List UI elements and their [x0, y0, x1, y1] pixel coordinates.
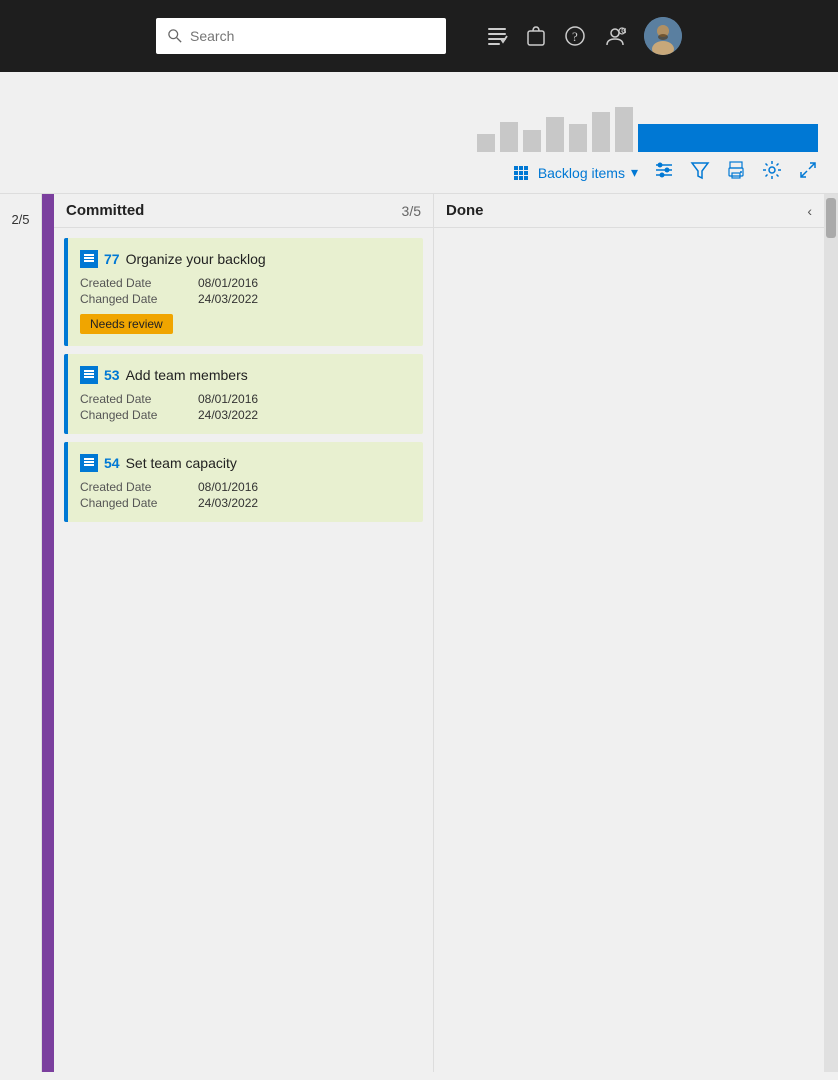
search-icon — [168, 29, 182, 43]
cards-container: 77 Organize your backlog Created Date 08… — [54, 228, 433, 1072]
bar-blue — [638, 124, 818, 152]
toolbar: Backlog items ▾ — [0, 152, 838, 194]
chart-area — [0, 72, 838, 152]
avatar-image — [644, 17, 682, 55]
card-53-header: 53 Add team members — [80, 366, 411, 384]
print-icon[interactable] — [726, 160, 746, 185]
card-54-id: 54 — [104, 455, 120, 471]
collapse-icon[interactable]: ‹ — [807, 203, 812, 219]
card-77-icon — [80, 250, 98, 268]
bar-5 — [569, 124, 587, 152]
filter-sliders-icon[interactable] — [654, 160, 674, 185]
expand-icon[interactable] — [798, 160, 818, 185]
card-77-created-value: 08/01/2016 — [198, 276, 411, 290]
grid-icon — [514, 166, 532, 180]
card-53-created-value: 08/01/2016 — [198, 392, 411, 406]
done-header: Done ‹ — [434, 194, 824, 228]
card-53-title: Add team members — [126, 367, 248, 383]
card-53-meta: Created Date 08/01/2016 Changed Date 24/… — [80, 392, 411, 422]
col-left-partial: 2/5 — [0, 194, 42, 1072]
card-77-changed-label: Changed Date — [80, 292, 190, 306]
committed-header: Committed 3/5 — [54, 194, 433, 228]
committed-counter: 3/5 — [402, 203, 421, 219]
purple-strip — [42, 194, 54, 1072]
bar-4 — [546, 117, 564, 152]
bar-3 — [523, 130, 541, 152]
card-54-icon — [80, 454, 98, 472]
user-settings-icon[interactable]: ⚙ — [604, 25, 626, 47]
card-77-created-label: Created Date — [80, 276, 190, 290]
chart-bars — [477, 107, 818, 152]
card-53-changed-label: Changed Date — [80, 408, 190, 422]
settings-icon[interactable] — [762, 160, 782, 185]
bag-icon[interactable] — [526, 25, 546, 47]
avatar[interactable] — [644, 17, 682, 55]
committed-title: Committed — [66, 202, 144, 219]
col-committed: Committed 3/5 77 Organize your backlog C… — [54, 194, 434, 1072]
card-77-header: 77 Organize your backlog — [80, 250, 411, 268]
checklist-icon[interactable] — [486, 25, 508, 47]
col-done: Done ‹ — [434, 194, 824, 1072]
topbar-icons: ? ⚙ — [486, 17, 682, 55]
bar-7 — [615, 107, 633, 152]
card-77-meta: Created Date 08/01/2016 Changed Date 24/… — [80, 276, 411, 306]
scrollbar-thumb[interactable] — [826, 198, 836, 238]
topbar: ? ⚙ — [0, 0, 838, 72]
card-77-badge: Needs review — [80, 314, 173, 334]
backlog-label: Backlog items — [538, 165, 625, 181]
chevron-down-icon: ▾ — [631, 164, 638, 181]
card-54-changed-label: Changed Date — [80, 496, 190, 510]
svg-text:?: ? — [572, 29, 578, 44]
help-icon[interactable]: ? — [564, 25, 586, 47]
bar-6 — [592, 112, 610, 152]
search-input[interactable] — [190, 28, 434, 44]
card-54-changed-value: 24/03/2022 — [198, 496, 411, 510]
card-77-changed-value: 24/03/2022 — [198, 292, 411, 306]
card-54-title: Set team capacity — [126, 455, 237, 471]
card-53-created-label: Created Date — [80, 392, 190, 406]
left-counter: 2/5 — [11, 212, 29, 227]
card-54-created-label: Created Date — [80, 480, 190, 494]
card-53-changed-value: 24/03/2022 — [198, 408, 411, 422]
funnel-icon[interactable] — [690, 160, 710, 185]
card-54-meta: Created Date 08/01/2016 Changed Date 24/… — [80, 480, 411, 510]
card-77-title: Organize your backlog — [126, 251, 266, 267]
card-53[interactable]: 53 Add team members Created Date 08/01/2… — [64, 354, 423, 434]
card-77[interactable]: 77 Organize your backlog Created Date 08… — [64, 238, 423, 346]
card-54[interactable]: 54 Set team capacity Created Date 08/01/… — [64, 442, 423, 522]
svg-text:⚙: ⚙ — [621, 27, 627, 36]
card-53-icon — [80, 366, 98, 384]
done-title: Done — [446, 202, 484, 219]
board: 2/5 Committed 3/5 77 Organize your backl… — [0, 194, 838, 1072]
card-53-id: 53 — [104, 367, 120, 383]
scrollbar-track[interactable] — [824, 194, 838, 1072]
done-body — [434, 228, 824, 1072]
card-54-header: 54 Set team capacity — [80, 454, 411, 472]
bar-1 — [477, 134, 495, 152]
bar-2 — [500, 122, 518, 152]
card-77-id: 77 — [104, 251, 120, 267]
backlog-dropdown[interactable]: Backlog items ▾ — [514, 164, 638, 181]
card-54-created-value: 08/01/2016 — [198, 480, 411, 494]
search-box[interactable] — [156, 18, 446, 54]
